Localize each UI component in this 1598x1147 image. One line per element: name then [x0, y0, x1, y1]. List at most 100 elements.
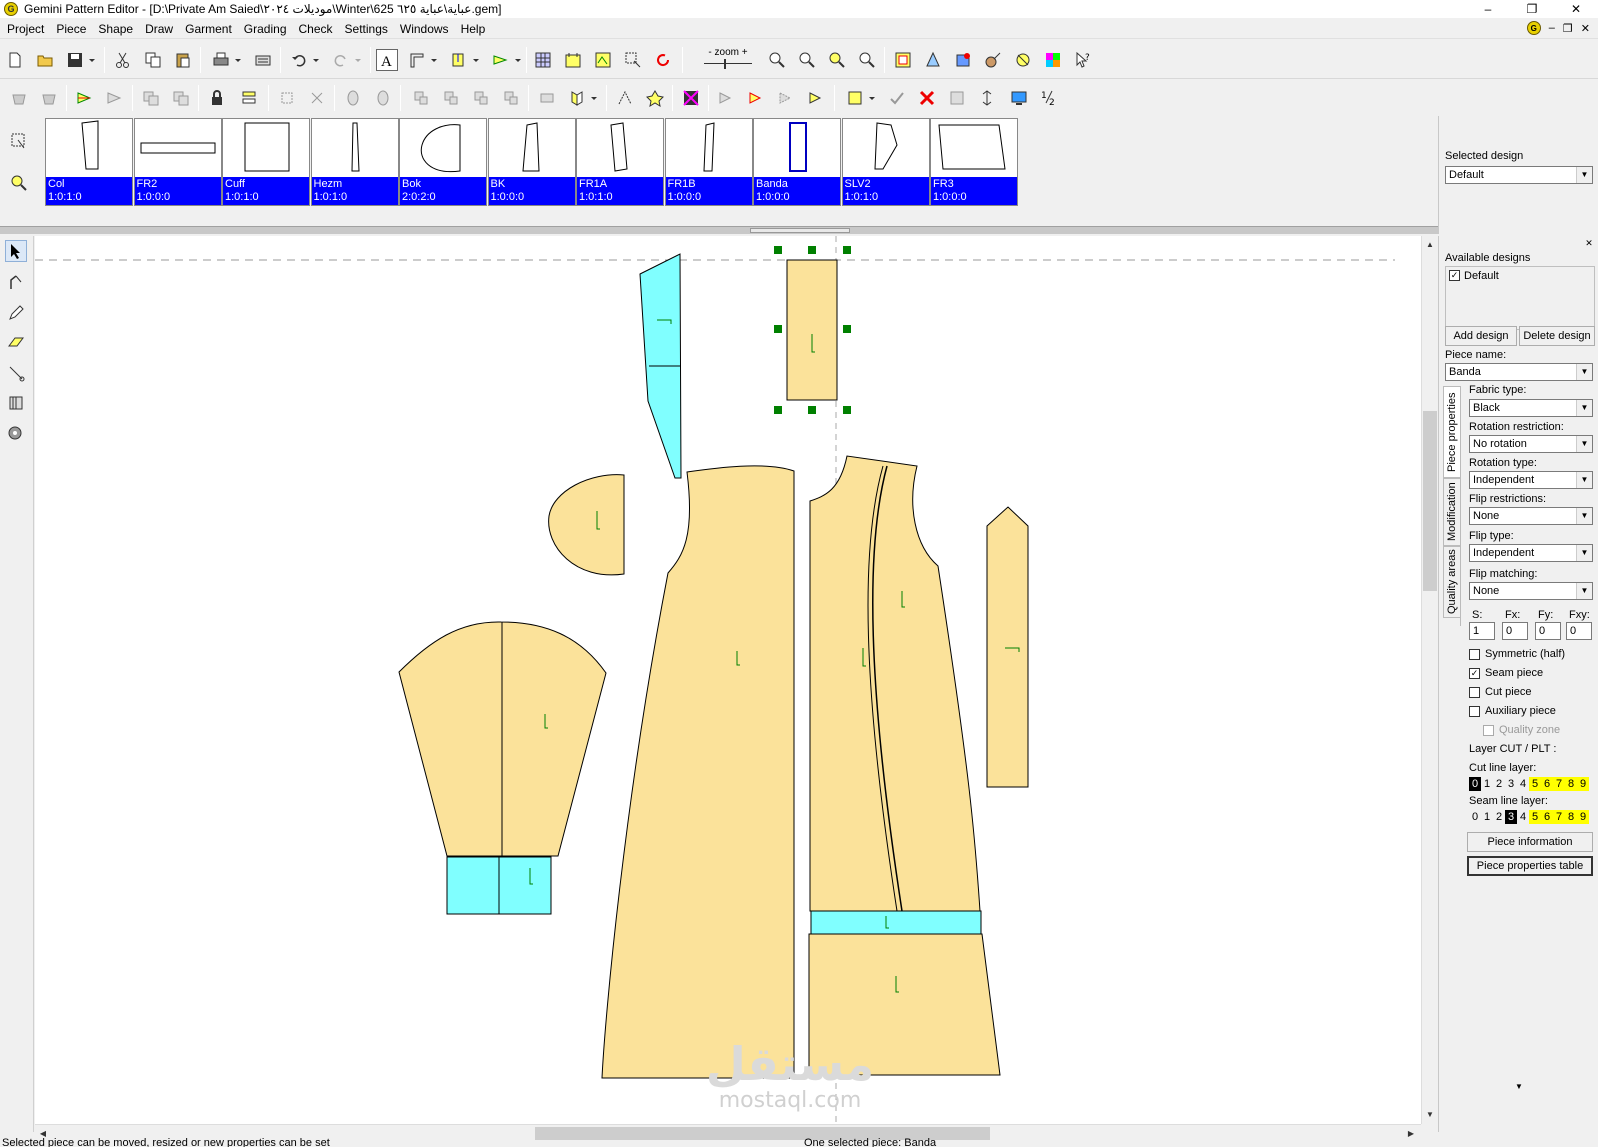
ruler-dropdown-icon[interactable]: [428, 49, 440, 71]
scroll-up-icon[interactable]: ▲: [1422, 236, 1438, 252]
fabric-icon[interactable]: [680, 87, 702, 109]
piece-thumb-cuff[interactable]: Cuff 1:0:1:0: [222, 118, 310, 206]
tape-measure-icon[interactable]: [5, 422, 27, 444]
seam-layer-8[interactable]: 8: [1565, 810, 1577, 824]
star-shape-icon[interactable]: [644, 87, 666, 109]
rotation-restriction-dropdown[interactable]: No rotation ▼: [1469, 435, 1593, 453]
measure-icon[interactable]: [982, 49, 1004, 71]
piece-thumb-bk[interactable]: BK 1:0:0:0: [487, 118, 576, 206]
mdi-close-button[interactable]: ✕: [1581, 22, 1590, 35]
half-scale-icon[interactable]: 12: [1038, 87, 1060, 109]
frame-icon[interactable]: [946, 87, 968, 109]
duplicate-arrow-icon[interactable]: [170, 87, 192, 109]
ungroup-icon[interactable]: [440, 87, 462, 109]
pencil-icon[interactable]: [5, 302, 27, 324]
vertical-scrollbar[interactable]: ▲ ▼: [1421, 236, 1438, 1124]
spread-yellow-icon[interactable]: [806, 87, 828, 109]
arrow-pointer-icon[interactable]: [5, 240, 27, 262]
layout-icon[interactable]: [592, 49, 614, 71]
mdi-minimize-button[interactable]: –: [1549, 22, 1555, 34]
pattern-drawing[interactable]: [35, 236, 1421, 1124]
piece-thumb-bok[interactable]: Bok 2:0:2:0: [399, 118, 487, 206]
tab-modification[interactable]: Modification: [1443, 478, 1461, 546]
seam-layer-9[interactable]: 9: [1577, 810, 1589, 824]
lock-icon[interactable]: [206, 87, 228, 109]
zoom-out-icon[interactable]: [796, 49, 818, 71]
flip-matching-dropdown[interactable]: None ▼: [1469, 582, 1593, 600]
ruler-icon[interactable]: [406, 49, 428, 71]
menu-settings[interactable]: Settings: [339, 19, 394, 39]
close-button[interactable]: ✕: [1554, 0, 1598, 18]
grading-table-icon[interactable]: [922, 49, 944, 71]
scroll-down-icon[interactable]: ▼: [1422, 1106, 1438, 1122]
seam-layer-6[interactable]: 6: [1541, 810, 1553, 824]
auxiliary-piece-checkbox[interactable]: [1469, 706, 1480, 717]
notch-dropdown-icon[interactable]: [470, 49, 482, 71]
piece-fr2[interactable]: [986, 506, 1029, 788]
seam-layer-1[interactable]: 1: [1481, 810, 1493, 824]
seam-layer-4[interactable]: 4: [1517, 810, 1529, 824]
back-arrow-icon[interactable]: [104, 87, 126, 109]
menu-project[interactable]: Project: [0, 19, 50, 39]
height-icon[interactable]: [976, 87, 998, 109]
zoom-window-icon[interactable]: [856, 49, 878, 71]
delete-icon[interactable]: [916, 87, 938, 109]
fy-input[interactable]: 0: [1535, 622, 1561, 640]
piece-thumb-slv2[interactable]: SLV2 1:0:1:0: [841, 118, 930, 206]
undo-icon[interactable]: [288, 49, 310, 71]
notch-icon[interactable]: [448, 49, 470, 71]
panel-scroll-down-icon[interactable]: ▼: [1515, 1082, 1523, 1091]
redo-dropdown-icon[interactable]: [352, 49, 364, 71]
mirror-icon[interactable]: [566, 87, 588, 109]
menu-grading[interactable]: Grading: [238, 19, 293, 39]
layers-tool-icon[interactable]: [5, 392, 27, 414]
menu-check[interactable]: Check: [293, 19, 339, 39]
redo-icon[interactable]: [330, 49, 352, 71]
cut-layer-9[interactable]: 9: [1577, 777, 1589, 791]
fx-input[interactable]: 0: [1502, 622, 1528, 640]
shape-icon[interactable]: [342, 87, 364, 109]
rectangle-icon[interactable]: [844, 87, 866, 109]
piece-thumb-col[interactable]: Col 1:0:1:0: [45, 118, 133, 206]
available-designs-list[interactable]: ✓ Default: [1445, 266, 1595, 330]
open-folder-icon[interactable]: [34, 49, 56, 71]
color-palette-icon[interactable]: [1042, 49, 1064, 71]
menu-help[interactable]: Help: [455, 19, 492, 39]
cut-icon[interactable]: [112, 49, 134, 71]
help-pointer-icon[interactable]: ?: [1072, 49, 1094, 71]
align-icon[interactable]: [238, 87, 260, 109]
grid-icon[interactable]: [532, 49, 554, 71]
seam-piece-checkbox[interactable]: ✓: [1469, 668, 1480, 679]
points-icon[interactable]: [276, 87, 298, 109]
seam-layer-2[interactable]: 2: [1493, 810, 1505, 824]
piece-hezm[interactable]: [810, 910, 982, 935]
menu-windows[interactable]: Windows: [394, 19, 455, 39]
menu-draw[interactable]: Draw: [139, 19, 179, 39]
menu-piece[interactable]: Piece: [50, 19, 92, 39]
zoom-in-icon[interactable]: [766, 49, 788, 71]
cut-layer-0[interactable]: 0: [1469, 777, 1481, 791]
piece-bok[interactable]: [548, 474, 625, 576]
new-file-icon[interactable]: [4, 49, 26, 71]
fxy-input[interactable]: 0: [1566, 622, 1592, 640]
cut-layer-2[interactable]: 2: [1493, 777, 1505, 791]
symmetric-checkbox[interactable]: [1469, 649, 1480, 660]
fold-icon[interactable]: [536, 87, 558, 109]
print-dropdown-icon[interactable]: [232, 49, 244, 71]
piece-thumb-fr1b[interactable]: FR1B 1:0:0:0: [664, 118, 753, 206]
duplicate-icon[interactable]: [140, 87, 162, 109]
plotter-icon[interactable]: [252, 49, 274, 71]
strip-zoom-icon[interactable]: [8, 172, 30, 194]
zoom-fit-icon[interactable]: [826, 49, 848, 71]
check-icon[interactable]: [886, 87, 908, 109]
undo-dropdown-icon[interactable]: [310, 49, 322, 71]
mdi-restore-button[interactable]: ❐: [1563, 22, 1573, 35]
spread-icon[interactable]: [716, 87, 738, 109]
cut-layer-6[interactable]: 6: [1541, 777, 1553, 791]
order-back-icon[interactable]: [500, 87, 522, 109]
cut-layer-8[interactable]: 8: [1565, 777, 1577, 791]
seam-layer-3[interactable]: 3: [1505, 810, 1517, 824]
tab-quality-areas[interactable]: Quality areas: [1443, 546, 1461, 618]
basket-remove-icon[interactable]: [38, 87, 60, 109]
text-tool-icon[interactable]: A: [376, 49, 398, 71]
